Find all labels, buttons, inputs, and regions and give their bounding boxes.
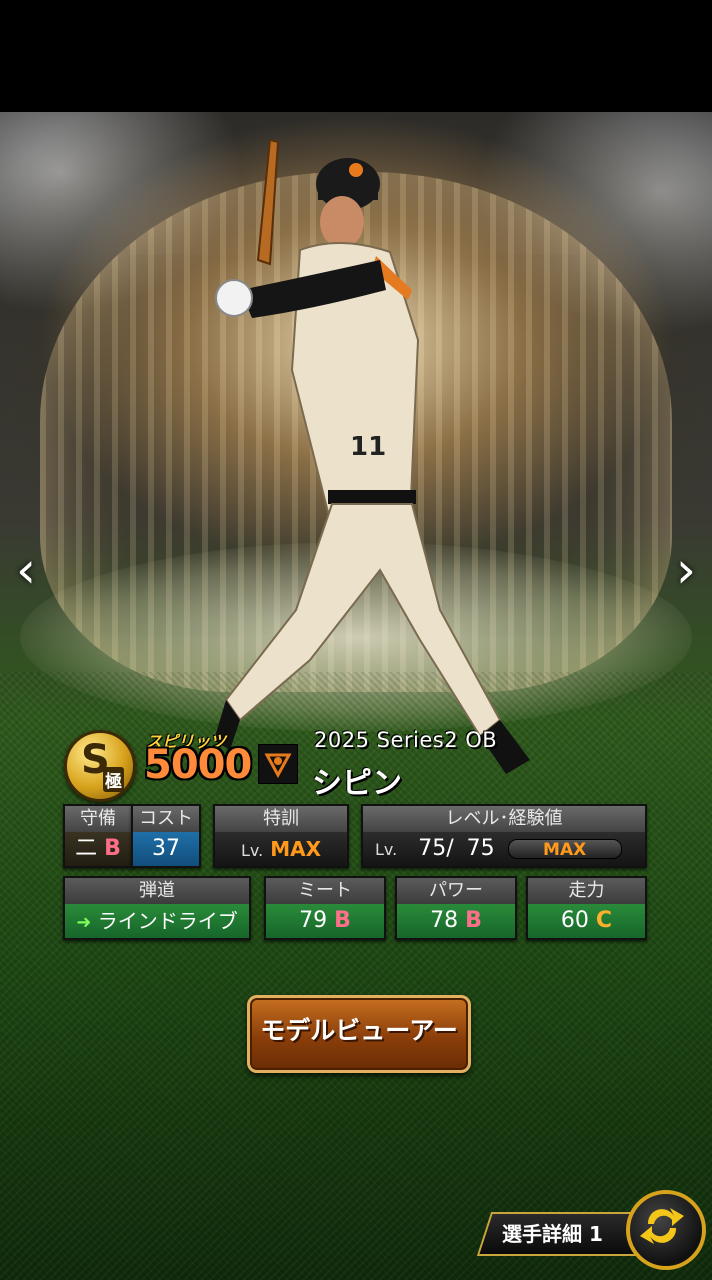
speed-value: 60 C [528, 904, 645, 938]
power-box: パワー 78 B [395, 876, 517, 940]
cost-header: コスト [133, 806, 199, 832]
defense-grade: B [104, 836, 121, 861]
defense-value: 二 B [65, 832, 131, 866]
defense-header: 守備 [65, 806, 131, 832]
cost-value: 37 [133, 832, 199, 866]
special-training-value: Lv. MAX [215, 832, 347, 866]
player-detail-label: 選手詳細 1 [502, 1222, 603, 1246]
swap-arrows-icon [640, 1208, 684, 1244]
next-card-arrow[interactable]: › [666, 540, 706, 600]
speed-header: 走力 [528, 878, 645, 904]
special-training-max: MAX [270, 837, 322, 861]
special-training-header: 特訓 [215, 806, 347, 832]
trajectory-box: 弾道 ➜ ラインドライブ [63, 876, 251, 940]
defense-box: 守備 二 B [63, 804, 133, 868]
player-name: シピン [312, 766, 402, 801]
level-value: Lv. 75/ 75 MAX [363, 832, 645, 866]
speed-grade: C [595, 908, 613, 933]
speed-box: 走力 60 C [526, 876, 647, 940]
contact-header: ミート [266, 878, 384, 904]
power-grade: B [465, 908, 482, 933]
exp-bar: MAX [507, 839, 622, 860]
level-header: レベル･経験値 [363, 806, 645, 832]
contact-box: ミート 79 B [264, 876, 386, 940]
contact-number: 79 [299, 908, 328, 933]
contact-value: 79 B [266, 904, 384, 938]
level-box: レベル･経験値 Lv. 75/ 75 MAX [361, 804, 647, 868]
spirits-value: 5000 [144, 742, 252, 788]
player-illustration: 11 [214, 140, 530, 774]
trajectory-arrow-icon: ➜ [76, 912, 92, 933]
rank-sub-label: 極 [103, 767, 124, 792]
speed-number: 60 [560, 908, 589, 933]
cost-box: コスト 37 [131, 804, 201, 868]
special-training-box: 特訓 Lv. MAX [213, 804, 349, 868]
swap-button[interactable] [626, 1190, 706, 1270]
trajectory-label: ラインドライブ [97, 909, 238, 933]
level-max: 75 [466, 836, 495, 861]
power-value: 78 B [397, 904, 515, 938]
level-current: 75/ [418, 836, 454, 861]
series-label: 2025 Series2 OB [314, 728, 498, 752]
rank-badge: S 極 [64, 730, 136, 802]
prev-card-arrow[interactable]: ‹ [6, 540, 46, 600]
team-logo-icon [258, 744, 298, 784]
special-training-lv-prefix: Lv. [240, 841, 264, 860]
level-lv-prefix: Lv. [375, 840, 398, 859]
exp-bar-label: MAX [543, 840, 587, 860]
contact-grade: B [334, 908, 351, 933]
trajectory-value: ➜ ラインドライブ [65, 904, 249, 938]
model-viewer-button[interactable]: モデルビューアー [247, 995, 471, 1073]
player-detail-tab[interactable]: 選手詳細 1 [476, 1198, 656, 1256]
power-header: パワー [397, 878, 515, 904]
power-number: 78 [430, 908, 459, 933]
svg-text:11: 11 [350, 432, 386, 462]
defense-position: 二 [75, 836, 98, 861]
trajectory-header: 弾道 [65, 878, 249, 904]
top-black-bar [0, 0, 712, 112]
